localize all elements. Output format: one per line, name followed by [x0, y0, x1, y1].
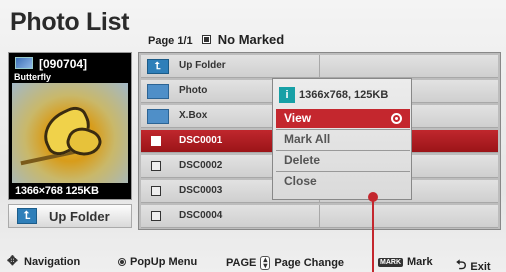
up-folder-icon: ⮤ [17, 208, 37, 224]
list-item-label: DSC0003 [179, 185, 223, 196]
radio-selected-icon [391, 113, 402, 124]
footer-popup-menu: PopUp Menu [118, 256, 197, 268]
footer-help-bar: Navigation PopUp Menu PAGE ▴▾ Page Chang… [0, 250, 506, 272]
preview-caption: Butterfly [14, 72, 52, 82]
page-title: Photo List [10, 8, 130, 36]
up-folder-button[interactable]: ⮤ Up Folder [8, 204, 132, 228]
mark-key-icon: MARK [378, 257, 403, 267]
list-item-label: DSC0001 [179, 135, 223, 146]
callout-dot [368, 192, 378, 202]
popup-menu: i 1366x768, 125KB View Mark All Delete C… [272, 78, 412, 200]
folder-icon [147, 84, 169, 99]
footer-mark: MARK Mark [378, 256, 433, 268]
checkbox-icon[interactable] [151, 211, 161, 221]
menu-item-view[interactable]: View [276, 109, 410, 128]
list-item-label: Photo [179, 85, 208, 96]
popup-info: i 1366x768, 125KB [279, 87, 388, 103]
list-item-up-folder[interactable]: ⮤ Up Folder [141, 55, 498, 78]
up-folder-icon: ⮤ [147, 59, 169, 74]
footer-exit: ⮌ Exit [456, 256, 491, 272]
ok-button-icon [118, 258, 126, 266]
marked-checkbox-icon [201, 35, 211, 44]
list-item-label: DSC0004 [179, 210, 223, 221]
checkbox-icon[interactable] [151, 161, 161, 171]
footer-navigation: Navigation [7, 253, 80, 269]
menu-item-delete[interactable]: Delete [276, 151, 410, 170]
photo-file-icon [15, 57, 33, 69]
up-folder-label: Up Folder [49, 208, 110, 224]
popup-info-text: 1366x768, 125KB [299, 89, 389, 101]
photo-preview-panel: [090704] Butterfly 1366×768 125KB [8, 52, 132, 200]
checkbox-icon[interactable] [151, 136, 161, 146]
checkbox-icon[interactable] [151, 186, 161, 196]
navigation-arrows-icon [7, 253, 20, 269]
menu-item-mark-all[interactable]: Mark All [276, 130, 410, 149]
footer-page-change: PAGE ▴ ▾ Page Change [226, 255, 345, 270]
page-number: Page 1/1 [148, 35, 193, 47]
preview-resolution: 1366×768 125KB [15, 185, 99, 197]
list-item-dsc0004[interactable]: DSC0004 [141, 205, 498, 228]
list-item-label: DSC0002 [179, 160, 223, 171]
marked-status: No Marked [217, 32, 285, 47]
preview-filename: [090704] [39, 57, 88, 71]
exit-icon: ⮌ [456, 257, 467, 272]
preview-thumbnail [12, 83, 128, 183]
list-item-label: Up Folder [179, 60, 226, 71]
info-icon: i [279, 87, 295, 103]
list-item-label: X.Box [179, 110, 208, 121]
page-up-down-icon: ▴ ▾ [260, 256, 271, 270]
folder-icon [147, 109, 169, 124]
page-info: Page 1/1 No Marked [148, 32, 284, 47]
menu-item-close[interactable]: Close [276, 172, 410, 191]
